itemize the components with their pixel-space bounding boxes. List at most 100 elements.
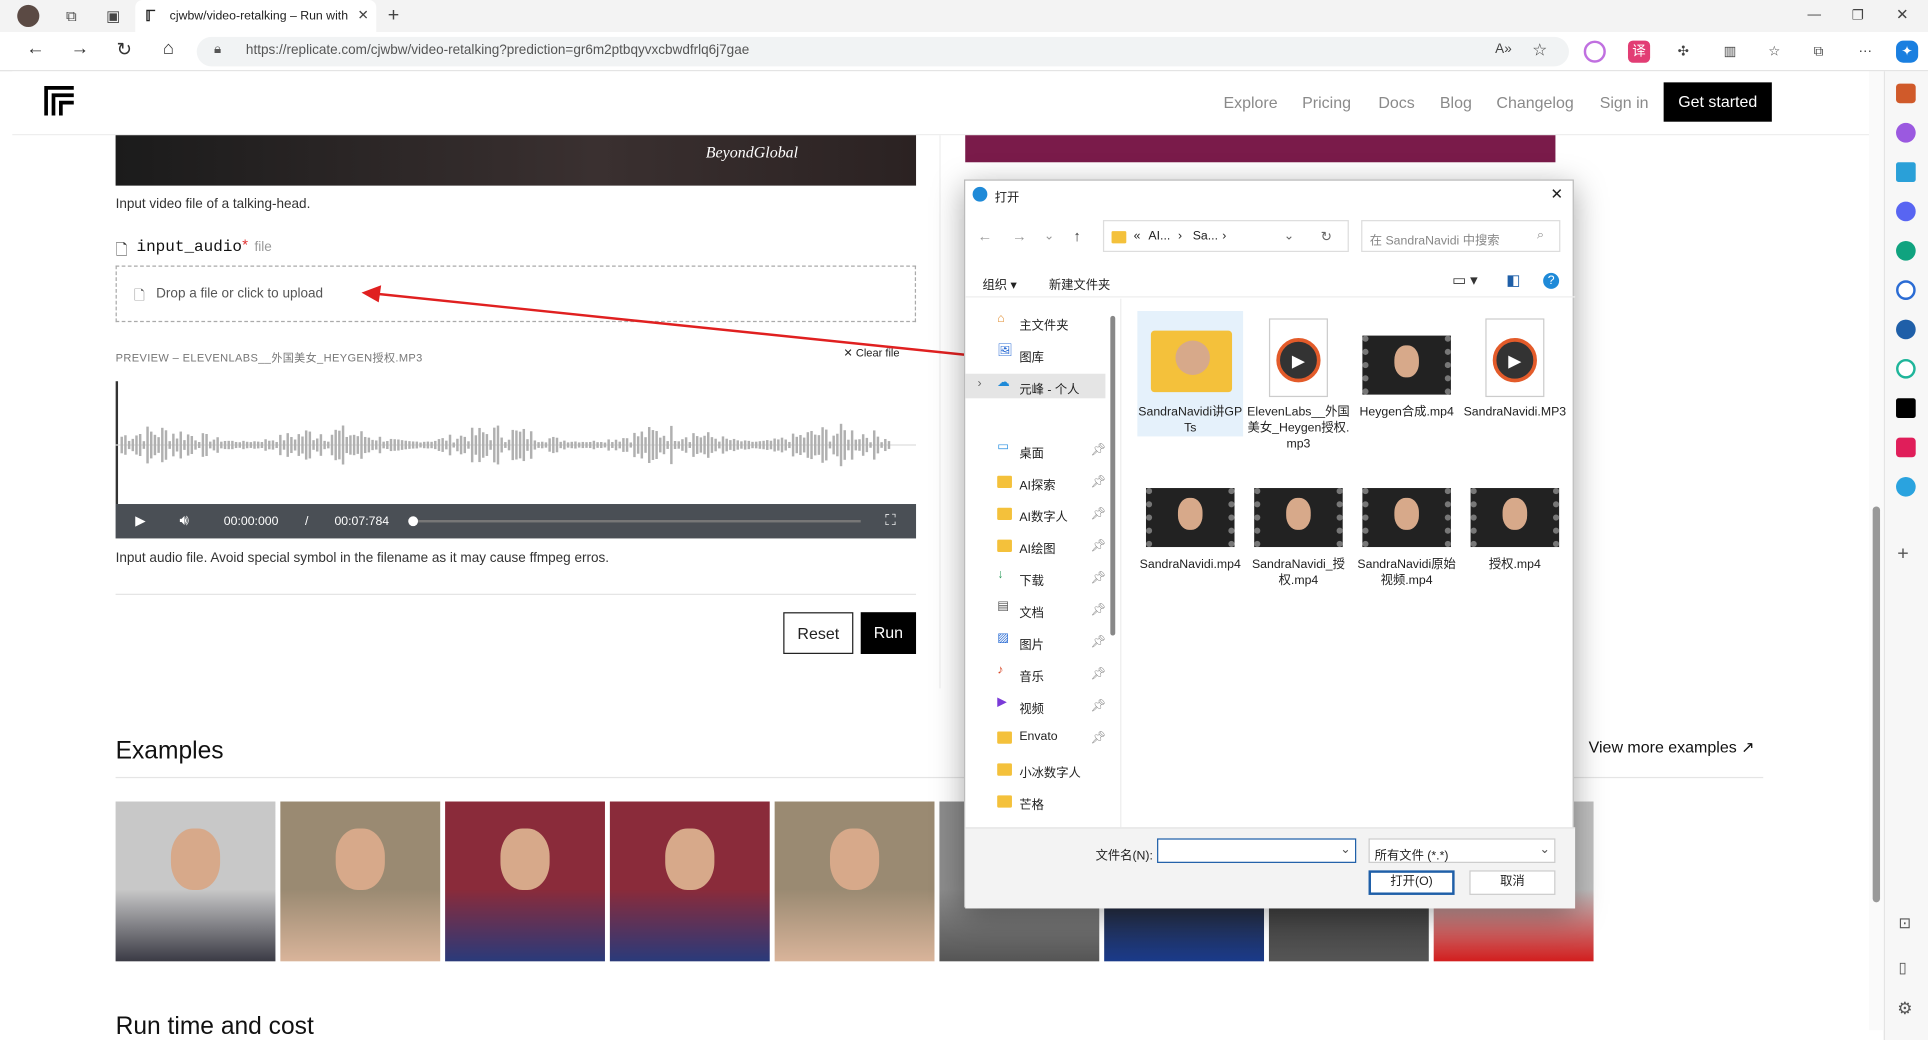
nav-item[interactable]: 芒格 — [965, 789, 1105, 814]
sidebar-app-icon[interactable] — [1896, 122, 1916, 143]
example-thumbnail[interactable] — [280, 801, 441, 962]
pin-icon[interactable]: 📌︎ — [1091, 508, 1107, 522]
add-sidebar-app-icon[interactable]: + — [1897, 543, 1908, 565]
fullscreen-icon[interactable]: ⛶ — [885, 511, 895, 529]
nav-item[interactable]: 小冰数字人 — [965, 757, 1105, 782]
new-tab-button[interactable]: + — [379, 0, 409, 32]
get-started-button[interactable]: Get started — [1663, 82, 1772, 122]
filename-dropdown-icon[interactable]: ⌄ — [1340, 843, 1350, 857]
pin-icon[interactable]: 📌︎ — [1091, 731, 1107, 745]
file-item[interactable]: SandraNavidi讲GPTs — [1137, 311, 1244, 437]
run-button[interactable]: Run — [860, 612, 917, 654]
pin-icon[interactable]: 📌︎ — [1091, 476, 1107, 490]
dialog-close-icon[interactable]: ✕ — [1551, 186, 1563, 203]
example-thumbnail[interactable] — [774, 801, 935, 962]
pin-icon[interactable]: 📌︎ — [1091, 668, 1107, 682]
copilot-icon[interactable]: ✦ — [1896, 40, 1919, 63]
minimize-icon[interactable]: — — [1807, 7, 1821, 22]
example-thumbnail[interactable] — [609, 801, 770, 962]
output-video-preview[interactable] — [965, 135, 1556, 163]
nav-item[interactable]: AI绘图 📌︎ — [965, 534, 1106, 559]
preview-pane-icon[interactable]: ◧ — [1506, 272, 1520, 289]
dialog-forward-icon[interactable]: → — [1012, 227, 1027, 244]
nav-pricing[interactable]: Pricing — [1302, 93, 1351, 111]
dialog-back-icon[interactable]: ← — [978, 227, 993, 244]
profile-avatar[interactable] — [17, 4, 40, 28]
path-bar[interactable]: « AI... › Sa... › ⌄ ↻ — [1102, 220, 1349, 253]
view-more-examples-link[interactable]: View more examples ↗ — [1589, 738, 1755, 758]
breadcrumb-ai[interactable]: AI... — [1148, 230, 1170, 244]
sidebar-toggle-icon[interactable]: ▯ — [1898, 959, 1906, 976]
seek-track[interactable] — [418, 519, 861, 523]
tab-actions-icon[interactable]: ▣ — [98, 0, 128, 32]
input-video-preview[interactable]: BeyondGlobal — [115, 135, 917, 186]
discord-icon[interactable] — [1896, 201, 1916, 222]
pin-icon[interactable]: 📌︎ — [1091, 636, 1107, 650]
path-dropdown-icon[interactable]: ⌄ — [1284, 230, 1294, 244]
chatgpt-icon[interactable] — [1896, 240, 1916, 261]
nav-item[interactable]: ▶ 视频 📌︎ — [965, 693, 1107, 718]
file-item[interactable]: SandraNavidi原始视频.mp4 — [1354, 463, 1460, 588]
example-thumbnail[interactable] — [445, 801, 605, 962]
nav-item[interactable]: ▤ 文档 📌︎ — [965, 597, 1107, 622]
audio-dropzone[interactable]: 🗋︎ Drop a file or click to upload — [115, 265, 917, 323]
extension-circle-icon[interactable] — [1583, 40, 1606, 63]
sidebar-app3-icon[interactable] — [1896, 358, 1916, 379]
favorites-icon[interactable]: ☆ — [1763, 41, 1785, 63]
volume-icon[interactable]: 🔊︎ — [180, 511, 189, 529]
restore-icon[interactable]: ❐ — [1852, 7, 1864, 24]
medium-icon[interactable] — [1896, 398, 1916, 418]
pin-icon[interactable]: 📌︎ — [1091, 444, 1107, 458]
pin-icon[interactable]: 📌︎ — [1091, 572, 1107, 586]
file-item[interactable]: 授权.mp4 — [1462, 463, 1568, 572]
play-icon[interactable]: ▶ — [135, 513, 145, 529]
home-icon[interactable]: ⌂ — [155, 38, 182, 59]
nav-item[interactable]: Envato 📌︎ — [965, 725, 1107, 750]
extensions-puzzle-icon[interactable]: ✣ — [1672, 41, 1694, 63]
search-icon[interactable] — [1896, 280, 1916, 300]
clear-file-button[interactable]: ✕ Clear file — [843, 347, 899, 361]
up-folder-icon[interactable]: ↑ — [1073, 227, 1080, 244]
scrollbar-thumb[interactable] — [1872, 506, 1881, 903]
nav-sign-in[interactable]: Sign in — [1600, 93, 1649, 111]
view-mode-icon[interactable]: ▭ ▾ — [1452, 272, 1477, 289]
file-item[interactable]: Heygen合成.mp4 — [1354, 311, 1460, 420]
help-icon[interactable]: ? — [1543, 272, 1560, 289]
extension-translate-icon[interactable]: 译 — [1627, 40, 1651, 63]
seek-handle[interactable] — [408, 516, 419, 527]
nav-item[interactable]: AI数字人 📌︎ — [965, 502, 1107, 527]
nav-docs[interactable]: Docs — [1378, 93, 1414, 111]
telegram-icon[interactable] — [1896, 476, 1916, 497]
file-item[interactable]: ▶ ElevenLabs__外国美女_Heygen授权.mp3 — [1246, 311, 1352, 452]
pin-icon[interactable]: 📌︎ — [1091, 699, 1107, 713]
filetype-dropdown-icon[interactable]: ⌄ — [1539, 843, 1549, 857]
refresh-icon[interactable]: ↻ — [111, 38, 138, 60]
sidebar-app2-icon[interactable] — [1896, 319, 1916, 340]
filename-input[interactable]: ⌄ — [1157, 838, 1357, 863]
open-button[interactable]: 打开(O) — [1368, 870, 1455, 895]
more-menu-icon[interactable]: ⋯ — [1854, 41, 1876, 63]
example-thumbnail[interactable] — [115, 801, 276, 962]
tab-close-icon[interactable]: ✕ — [358, 7, 369, 24]
split-screen-icon[interactable]: ▥ — [1719, 41, 1741, 63]
audio-waveform[interactable] — [115, 381, 917, 505]
pin-icon[interactable]: 📌︎ — [1091, 604, 1107, 618]
toolbox-icon[interactable] — [1896, 83, 1916, 104]
nav-explore[interactable]: Explore — [1223, 93, 1277, 111]
new-folder-button[interactable]: 新建文件夹 — [1049, 274, 1110, 293]
file-item[interactable]: SandraNavidi_授权.mp4 — [1246, 463, 1352, 588]
screenshot-icon[interactable]: ⊡ — [1898, 915, 1910, 932]
forward-icon[interactable]: → — [66, 38, 93, 59]
nav-item[interactable]: AI探索 📌︎ — [965, 470, 1107, 495]
nav-item[interactable]: › ☁ 元峰 - 个人 — [965, 373, 1106, 399]
expand-chevron-icon[interactable]: › — [978, 377, 982, 391]
favorite-star-icon[interactable]: ☆ — [1532, 39, 1547, 60]
reset-button[interactable]: Reset — [783, 612, 854, 654]
breadcrumb-overflow[interactable]: « — [1134, 230, 1141, 244]
send-icon[interactable] — [1896, 162, 1916, 182]
address-bar[interactable]: 🔒︎ https://replicate.com/cjwbw/video-ret… — [196, 36, 1569, 67]
read-aloud-icon[interactable]: A» — [1495, 42, 1512, 57]
nav-changelog[interactable]: Changelog — [1496, 93, 1573, 111]
settings-gear-icon[interactable]: ⚙ — [1897, 998, 1912, 1019]
active-tab[interactable]: ℾ cjwbw/video-retalking – Run with ✕ — [135, 0, 377, 32]
